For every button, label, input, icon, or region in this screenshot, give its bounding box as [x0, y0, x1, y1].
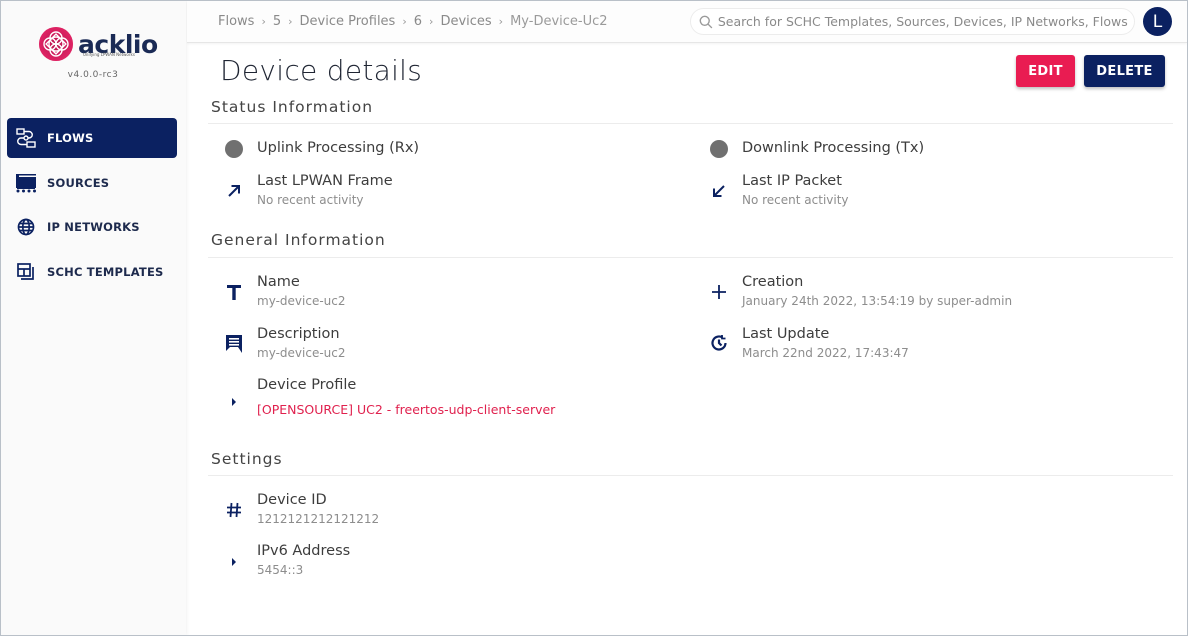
sidebar: acklio Unifying LPWAN Networks v4.0.0-rc… [0, 0, 186, 636]
field-value: January 24th 2022, 13:54:19 by super-adm… [742, 294, 1013, 308]
page-title: Device details [220, 54, 423, 87]
sidebar-item-flows[interactable]: FLOWS [7, 118, 177, 158]
sidebar-item-label: IP NETWORKS [47, 220, 140, 234]
device-profile-link[interactable]: [OPENSOURCE] UC2 - freertos-udp-client-s… [257, 402, 555, 417]
field-value: No recent activity [257, 193, 364, 207]
breadcrumb-devices[interactable]: Devices [440, 14, 491, 29]
templates-icon [15, 261, 37, 283]
sidebar-item-schc-templates[interactable]: SCHC TEMPLATES [7, 252, 177, 292]
field-value: 5454::3 [257, 563, 304, 577]
breadcrumb: Flows › 5 › Device Profiles › 6 › Device… [218, 14, 608, 29]
field-label: Creation [742, 274, 804, 290]
field-label: Description [257, 326, 340, 342]
edit-button[interactable]: EDIT [1016, 55, 1075, 87]
field-label: Uplink Processing (Rx) [257, 140, 420, 156]
field-label: Name [257, 274, 300, 290]
delete-button[interactable]: DELETE [1084, 55, 1165, 87]
text-icon [222, 280, 246, 304]
breadcrumb-separator: › [429, 15, 434, 28]
sidebar-item-ip-networks[interactable]: IP NETWORKS [7, 207, 177, 247]
status-dot-icon [222, 137, 246, 161]
field-value: No recent activity [742, 193, 849, 207]
section-divider [208, 123, 1173, 124]
field-value: my-device-uc2 [257, 294, 346, 308]
field-label: IPv6 Address [257, 543, 351, 559]
global-search[interactable] [690, 8, 1135, 35]
field-label: Last IP Packet [742, 173, 842, 189]
user-avatar[interactable]: L [1143, 7, 1172, 36]
section-title-general: General Information [211, 231, 386, 249]
section-divider [208, 475, 1173, 476]
breadcrumb-flows[interactable]: Flows [218, 14, 254, 29]
brand-tagline: Unifying LPWAN Networks [83, 52, 135, 57]
arrow-up-right-icon [222, 179, 246, 203]
breadcrumb-profile-id[interactable]: 6 [414, 14, 422, 29]
main-content: Device details EDIT DELETE Status Inform… [187, 44, 1187, 635]
flows-icon [15, 127, 37, 149]
status-dot-icon [707, 137, 731, 161]
breadcrumb-device-profiles[interactable]: Device Profiles [300, 14, 396, 29]
sidebar-item-label: FLOWS [47, 131, 94, 145]
field-label: Last Update [742, 326, 830, 342]
field-label: Downlink Processing (Tx) [742, 140, 925, 156]
sidebar-item-label: SOURCES [47, 175, 110, 190]
hash-icon [222, 498, 246, 522]
field-label: Device Profile [257, 377, 357, 393]
breadcrumb-separator: › [498, 15, 504, 28]
section-title-settings: Settings [211, 450, 283, 468]
field-value: 1212121212121212 [257, 512, 380, 526]
breadcrumb-separator: › [261, 15, 266, 28]
field-value: March 22nd 2022, 17:43:47 [742, 346, 909, 360]
history-icon [707, 331, 731, 355]
field-label: Last LPWAN Frame [257, 173, 393, 189]
acklio-logo-icon [39, 27, 73, 61]
caret-right-icon [222, 390, 246, 414]
field-value: my-device-uc2 [257, 346, 346, 360]
section-title-status: Status Information [211, 98, 374, 116]
sidebar-item-label: SCHC TEMPLATES [47, 264, 164, 279]
sidebar-item-sources[interactable]: SOURCES [7, 163, 177, 203]
breadcrumb-current-device: My-Device-Uc2 [510, 14, 608, 29]
app-version: v4.0.0-rc3 [67, 70, 119, 80]
caret-right-icon [222, 550, 246, 574]
breadcrumb-separator: › [402, 15, 407, 28]
section-divider [208, 257, 1173, 258]
search-input[interactable] [717, 14, 1134, 29]
breadcrumb-flow-id[interactable]: 5 [273, 14, 281, 29]
search-icon [699, 15, 713, 28]
field-label: Device ID [257, 492, 327, 508]
comment-icon [222, 331, 246, 355]
sidebar-nav: FLOWS SOURCES IP NETWORKS SCHC TEMPLATES [7, 118, 177, 296]
arrow-down-left-icon [707, 179, 731, 203]
plus-icon [707, 280, 731, 304]
breadcrumb-separator: › [288, 15, 293, 28]
sources-icon [15, 172, 37, 194]
topbar: Flows › 5 › Device Profiles › 6 › Device… [187, 1, 1187, 43]
globe-icon [15, 216, 37, 238]
